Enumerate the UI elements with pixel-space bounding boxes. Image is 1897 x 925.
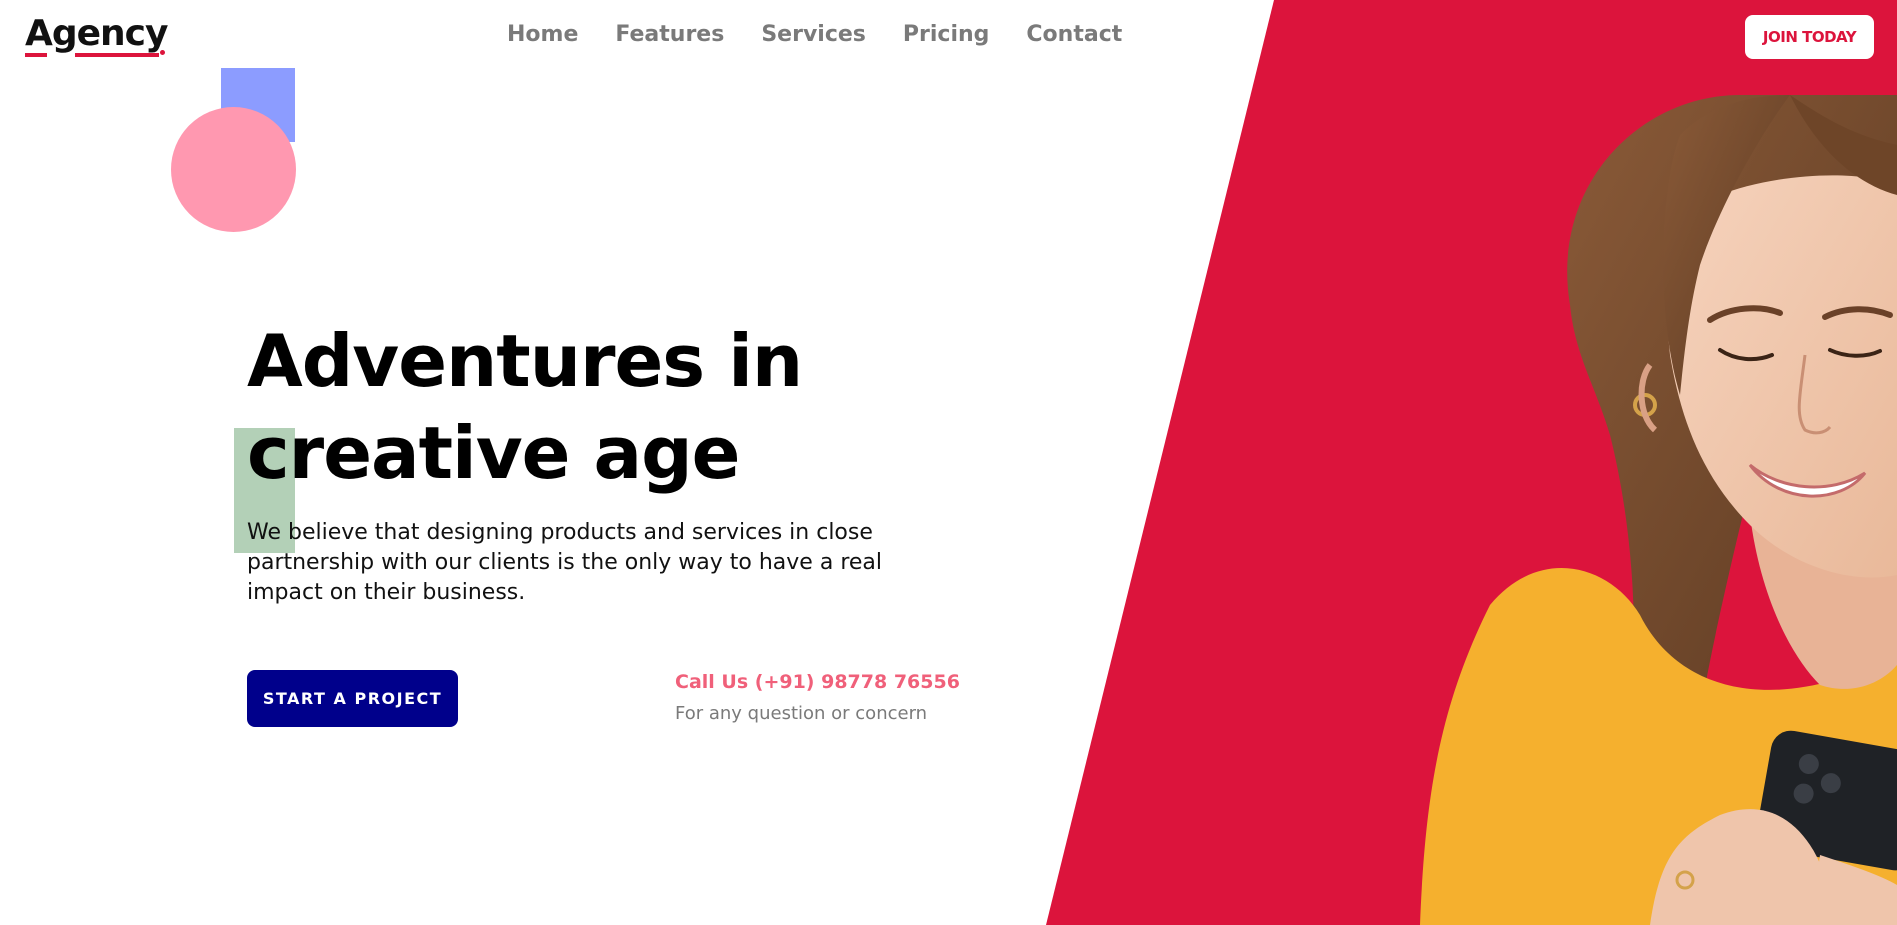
call-us-subtext: For any question or concern	[675, 703, 928, 724]
agency-logo[interactable]: Agency	[25, 16, 168, 52]
hero-description: We believe that designing products and s…	[247, 520, 883, 605]
nav-item-contact[interactable]: Contact	[1026, 24, 1122, 46]
logo-dot	[160, 50, 165, 55]
hero-title: Adventures in creative age	[247, 315, 947, 499]
main-nav: Home Features Services Pricing Contact	[507, 24, 1159, 46]
hero-woman-photo	[1420, 95, 1897, 925]
nav-item-features[interactable]: Features	[615, 24, 724, 46]
decorative-pink-circle	[171, 107, 296, 232]
join-today-button[interactable]: JOIN TODAY	[1743, 13, 1876, 61]
hero-title-line-1: Adventures in	[247, 319, 803, 403]
nav-item-services[interactable]: Services	[761, 24, 866, 46]
hero-title-line-2: creative age	[247, 411, 740, 495]
nav-item-home[interactable]: Home	[507, 24, 578, 46]
call-us-link[interactable]: Call Us (+91) 98778 76556	[675, 671, 960, 693]
nav-item-pricing[interactable]: Pricing	[903, 24, 990, 46]
start-project-button[interactable]: START A PROJECT	[247, 670, 458, 727]
